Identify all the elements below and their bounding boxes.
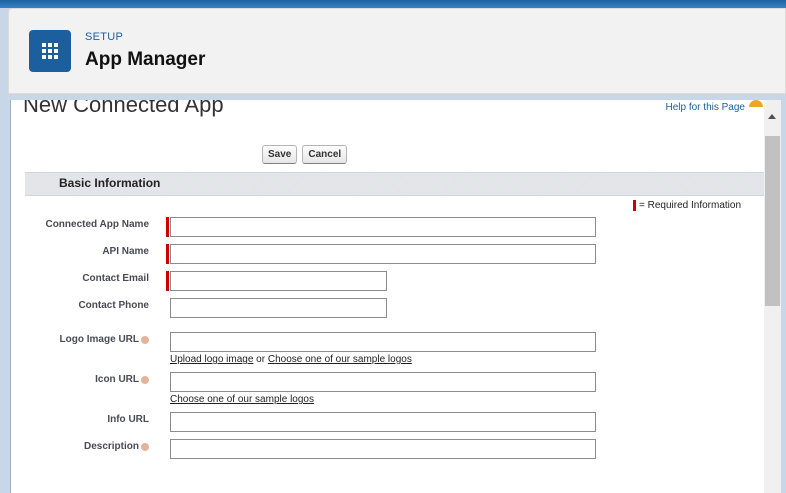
help-link[interactable]: Help for this Page: [666, 102, 746, 113]
info-url-label-text: Info URL: [107, 414, 149, 425]
main-content: New Connected App Help for this Page Sav…: [10, 100, 765, 493]
save-button[interactable]: Save: [262, 145, 298, 164]
link-separator: or: [256, 354, 266, 365]
section-header: Basic Information: [25, 172, 765, 196]
required-marker-icon: [633, 200, 636, 211]
required-marker-icon: [166, 244, 169, 264]
section-title: Basic Information: [59, 176, 161, 190]
scroll-thumb[interactable]: [765, 136, 780, 306]
choose-sample-icon-link[interactable]: Choose one of our sample logos: [170, 394, 314, 405]
description-label: Description: [84, 441, 149, 452]
icon-url-input[interactable]: [170, 372, 596, 392]
top-banner: [0, 0, 786, 8]
logo-links: Upload logo image or Choose one of our s…: [170, 354, 412, 365]
connected-app-name-input[interactable]: [170, 217, 596, 237]
scroll-up-icon[interactable]: [768, 114, 776, 119]
choose-sample-logo-link[interactable]: Choose one of our sample logos: [268, 354, 412, 365]
info-url-label: Info URL: [107, 414, 149, 425]
info-icon[interactable]: [141, 335, 149, 344]
right-gutter: [781, 100, 786, 493]
logo-image-url-label: Logo Image URL: [60, 334, 149, 345]
setup-header: SETUP App Manager: [8, 8, 786, 94]
contact-email-label: Contact Email: [82, 273, 149, 284]
icon-links: Choose one of our sample logos: [170, 394, 314, 405]
connected-app-name-label: Connected App Name: [45, 219, 149, 230]
required-marker-icon: [166, 217, 169, 237]
page-title: App Manager: [85, 49, 206, 70]
info-url-input[interactable]: [170, 412, 596, 432]
description-label-text: Description: [83, 441, 139, 452]
help-icon[interactable]: [749, 100, 763, 107]
icon-url-label: Icon URL: [95, 374, 149, 385]
required-marker-icon: [166, 271, 169, 291]
info-icon[interactable]: [141, 442, 149, 451]
header-eyebrow: SETUP: [85, 31, 124, 43]
api-name-label: API Name: [102, 246, 149, 257]
connected-app-name-label-text: Connected App Name: [45, 219, 149, 230]
cancel-button[interactable]: Cancel: [302, 145, 348, 164]
upload-logo-link[interactable]: Upload logo image: [170, 354, 253, 365]
icon-url-label-text: Icon URL: [95, 374, 139, 385]
vertical-scrollbar[interactable]: [764, 100, 781, 493]
button-row: Save Cancel: [262, 145, 348, 164]
grid-icon[interactable]: [29, 30, 71, 72]
description-input[interactable]: [170, 439, 596, 459]
logo-image-url-input[interactable]: [170, 332, 596, 352]
info-icon[interactable]: [141, 375, 149, 384]
contact-phone-label: Contact Phone: [78, 300, 149, 311]
contact-email-input[interactable]: [170, 271, 387, 291]
api-name-input[interactable]: [170, 244, 596, 264]
required-legend-text: = Required Information: [639, 200, 742, 211]
contact-email-label-text: Contact Email: [82, 273, 149, 284]
required-legend: = Required Information: [633, 200, 741, 211]
contact-phone-input[interactable]: [170, 298, 387, 318]
page-heading: New Connected App: [23, 100, 224, 117]
api-name-label-text: API Name: [102, 246, 149, 257]
contact-phone-label-text: Contact Phone: [78, 300, 149, 311]
logo-image-url-label-text: Logo Image URL: [59, 334, 139, 345]
